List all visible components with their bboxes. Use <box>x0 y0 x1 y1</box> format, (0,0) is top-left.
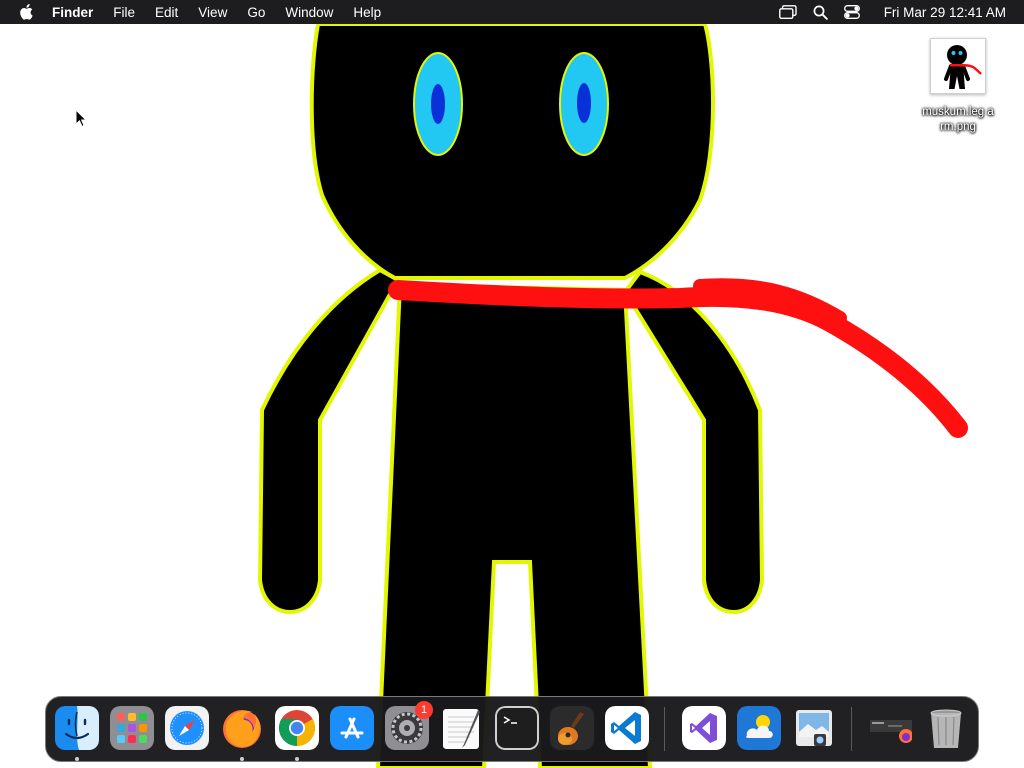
dock-system-settings[interactable]: 1 <box>385 701 433 750</box>
dock-terminal[interactable] <box>495 706 539 750</box>
running-indicator <box>75 757 79 761</box>
dock: 1 <box>45 696 979 762</box>
dock-firefox[interactable] <box>220 706 264 761</box>
dock-chrome[interactable] <box>275 706 319 761</box>
vscode-icon <box>605 706 649 750</box>
dock-separator <box>664 707 665 751</box>
weather-icon <box>737 706 781 750</box>
dock-downloads-stack[interactable] <box>868 706 912 750</box>
figure-head <box>309 24 715 280</box>
dock-visual-studio[interactable] <box>682 706 726 750</box>
menu-bar: Finder File Edit View Go Window Help Fri… <box>0 0 1024 24</box>
menu-window[interactable]: Window <box>285 5 333 20</box>
running-indicator <box>240 757 244 761</box>
spotlight-search-icon[interactable] <box>813 5 828 20</box>
dock-app-store[interactable] <box>330 706 374 750</box>
app-store-icon <box>330 706 374 750</box>
wallpaper-image <box>257 24 968 768</box>
figure-left-pupil <box>431 84 445 124</box>
menu-go[interactable]: Go <box>247 5 265 20</box>
dock-trash[interactable] <box>924 706 968 750</box>
menu-clock[interactable]: Fri Mar 29 12:41 AM <box>884 5 1006 20</box>
safari-icon <box>165 706 209 750</box>
terminal-icon <box>495 706 539 750</box>
dock-weather[interactable] <box>737 706 781 750</box>
control-center-icon[interactable] <box>843 5 860 19</box>
running-indicator <box>295 757 299 761</box>
menu-app-name[interactable]: Finder <box>52 5 93 20</box>
dock-textedit[interactable] <box>440 706 484 750</box>
dock-launchpad[interactable] <box>110 706 154 750</box>
menu-view[interactable]: View <box>198 5 227 20</box>
menu-help[interactable]: Help <box>353 5 381 20</box>
mouse-pointer-icon <box>75 108 88 133</box>
firefox-icon <box>220 706 264 750</box>
downloads-stack-icon <box>868 706 912 750</box>
figure-left-arm <box>257 267 401 615</box>
visual-studio-icon <box>682 706 726 750</box>
screen-mirroring-icon[interactable] <box>778 5 797 19</box>
file-name-label: muskum.leg arm.png <box>922 106 994 133</box>
desktop-file[interactable]: muskum.leg arm.png <box>916 38 1000 135</box>
dock-safari[interactable] <box>165 706 209 750</box>
finder-icon <box>55 706 99 750</box>
textedit-icon <box>440 706 484 750</box>
garageband-icon <box>550 706 594 750</box>
dock-finder[interactable] <box>55 706 99 761</box>
file-thumbnail-icon <box>930 38 986 94</box>
trash-icon <box>924 706 968 750</box>
dock-preview[interactable] <box>792 706 836 750</box>
menu-edit[interactable]: Edit <box>155 5 178 20</box>
menu-file[interactable]: File <box>113 5 135 20</box>
chrome-icon <box>275 706 319 750</box>
launchpad-icon <box>110 706 154 750</box>
dock-garageband[interactable] <box>550 706 594 750</box>
dock-vscode[interactable] <box>605 706 649 750</box>
figure-right-pupil <box>577 83 591 123</box>
apple-menu-icon[interactable] <box>16 0 36 24</box>
dock-separator <box>851 707 852 751</box>
preview-icon <box>792 706 836 750</box>
figure-right-arm <box>622 269 765 615</box>
notification-badge: 1 <box>415 701 433 719</box>
